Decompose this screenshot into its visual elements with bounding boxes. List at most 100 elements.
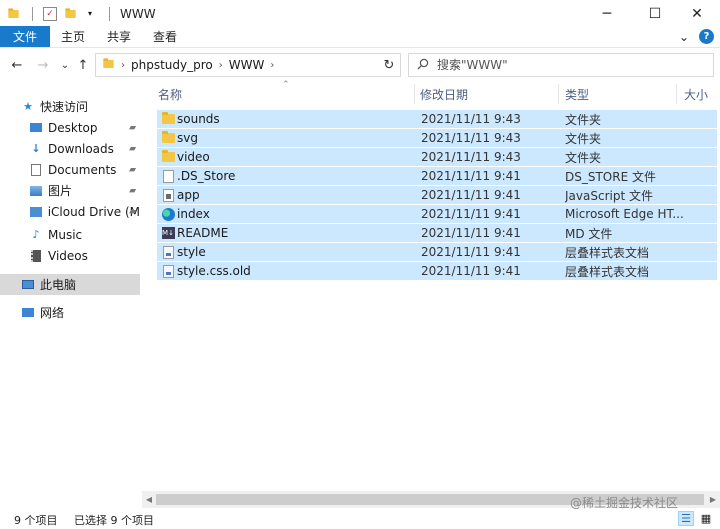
- pin-icon[interactable]: ▰: [129, 207, 136, 217]
- file-type: 文件夹: [565, 150, 602, 165]
- pin-icon[interactable]: ▰: [129, 186, 136, 196]
- column-divider[interactable]: [676, 84, 677, 104]
- sidebar-item-quick-access[interactable]: ★ 快速访问: [20, 96, 160, 117]
- search-box[interactable]: [408, 53, 714, 77]
- file-date: 2021/11/11 9:41: [421, 245, 521, 259]
- file-date: 2021/11/11 9:41: [421, 188, 521, 202]
- css-file-icon: [161, 245, 175, 259]
- customize-toolbar-icon[interactable]: ▾: [83, 7, 97, 21]
- column-header-name[interactable]: 名称: [158, 82, 414, 106]
- properties-icon[interactable]: ✓: [43, 6, 57, 21]
- folder-icon: [161, 112, 175, 126]
- scroll-right-icon[interactable]: ▶: [706, 491, 720, 508]
- breadcrumb-item[interactable]: phpstudy_pro: [131, 58, 213, 72]
- file-row[interactable]: style.css.old 2021/11/11 9:41 层叠样式表文档: [157, 262, 717, 280]
- title-bar: ✓ ▾ WWW ─ ☐ ✕: [0, 0, 720, 27]
- sidebar-item-this-pc[interactable]: 此电脑: [0, 274, 140, 295]
- breadcrumb-separator: ›: [121, 59, 125, 71]
- sidebar-item-documents[interactable]: Documents ▰: [28, 159, 140, 180]
- folder-app-icon: [6, 7, 20, 21]
- file-name: .DS_Store: [177, 169, 236, 183]
- file-date: 2021/11/11 9:43: [421, 131, 521, 145]
- sidebar-item-music[interactable]: ♪ Music: [28, 224, 140, 245]
- details-view-icon[interactable]: ☰: [678, 511, 694, 526]
- file-row[interactable]: video 2021/11/11 9:43 文件夹: [157, 148, 717, 166]
- sidebar-item-downloads[interactable]: ↓ Downloads ▰: [28, 138, 140, 159]
- file-date: 2021/11/11 9:41: [421, 207, 521, 221]
- search-input[interactable]: [437, 58, 697, 72]
- downloads-icon: ↓: [31, 142, 41, 155]
- file-row[interactable]: .DS_Store 2021/11/11 9:41 DS_STORE 文件: [157, 167, 717, 185]
- help-icon[interactable]: ?: [699, 29, 714, 44]
- file-date: 2021/11/11 9:43: [421, 150, 521, 164]
- tab-file[interactable]: 文件: [0, 26, 50, 47]
- minimize-button[interactable]: ─: [584, 0, 630, 27]
- sidebar-item-icloud[interactable]: iCloud Drive (M ▰: [28, 201, 140, 222]
- sidebar-item-videos[interactable]: Videos: [28, 245, 140, 266]
- sidebar-item-network[interactable]: 网络: [20, 302, 160, 323]
- breadcrumb-item[interactable]: WWW: [229, 58, 265, 72]
- ribbon-controls: ⌄ ?: [679, 29, 714, 44]
- pin-icon[interactable]: ▰: [129, 144, 136, 154]
- column-header-type[interactable]: 类型: [565, 82, 675, 106]
- back-button[interactable]: ←: [6, 54, 28, 76]
- column-header-date[interactable]: 修改日期: [420, 82, 558, 106]
- ribbon-tabs: 文件 主页 共享 查看 ⌄ ?: [0, 26, 720, 48]
- column-header-size[interactable]: 大小: [684, 82, 720, 106]
- pin-icon[interactable]: ▰: [129, 123, 136, 133]
- desktop-icon: [28, 123, 44, 132]
- file-row[interactable]: sounds 2021/11/11 9:43 文件夹: [157, 110, 717, 128]
- up-button[interactable]: ↑: [72, 54, 94, 76]
- large-icons-view-icon[interactable]: ▦: [698, 511, 714, 526]
- maximize-button[interactable]: ☐: [632, 0, 678, 27]
- tab-share[interactable]: 共享: [96, 26, 142, 47]
- refresh-button[interactable]: ↻: [378, 54, 400, 76]
- sidebar-item-desktop[interactable]: Desktop ▰: [28, 117, 140, 138]
- videos-icon: [28, 249, 44, 262]
- expand-ribbon-icon[interactable]: ⌄: [679, 30, 689, 44]
- sidebar-item-label: 网络: [40, 306, 65, 320]
- sidebar-item-label: iCloud Drive (M: [47, 204, 140, 219]
- file-row[interactable]: svg 2021/11/11 9:43 文件夹: [157, 129, 717, 147]
- file-name: style: [177, 245, 206, 259]
- item-count: 9 个项目: [14, 514, 58, 527]
- file-type: Microsoft Edge HT...: [565, 207, 684, 221]
- column-divider[interactable]: [558, 84, 559, 104]
- pin-icon[interactable]: ▰: [129, 165, 136, 175]
- file-row[interactable]: app 2021/11/11 9:41 JavaScript 文件: [157, 186, 717, 204]
- new-folder-icon[interactable]: [63, 7, 77, 21]
- scroll-left-icon[interactable]: ◀: [142, 491, 156, 508]
- file-row[interactable]: index 2021/11/11 9:41 Microsoft Edge HT.…: [157, 205, 717, 223]
- folder-icon: [161, 131, 175, 145]
- sidebar-item-pictures[interactable]: 图片 ▰: [28, 180, 140, 201]
- search-icon: [417, 58, 429, 73]
- address-bar[interactable]: › phpstudy_pro › WWW › ⌄: [95, 53, 461, 77]
- sidebar-item-label: Videos: [48, 248, 88, 263]
- file-explorer-window: ✓ ▾ WWW ─ ☐ ✕ 文件 主页 共享 查看 ⌄ ? ← → ⌄ ↑ › …: [0, 0, 720, 529]
- sidebar-item-label: 图片: [48, 184, 73, 198]
- breadcrumb-separator: ›: [270, 59, 275, 71]
- file-type: 文件夹: [565, 112, 602, 127]
- folder-icon: [102, 58, 115, 72]
- tab-view[interactable]: 查看: [142, 26, 188, 47]
- file-row[interactable]: M↓ README 2021/11/11 9:41 MD 文件: [157, 224, 717, 242]
- column-divider[interactable]: [414, 84, 415, 104]
- star-icon: ★: [23, 100, 33, 113]
- tab-home[interactable]: 主页: [50, 26, 96, 47]
- divider: [32, 6, 33, 21]
- js-file-icon: [161, 188, 175, 202]
- file-row[interactable]: style 2021/11/11 9:41 层叠样式表文档: [157, 243, 717, 261]
- navigation-bar: ← → ⌄ ↑ › phpstudy_pro › WWW › ⌄ ↻: [0, 50, 720, 80]
- pictures-icon: [28, 185, 44, 196]
- icloud-icon: [28, 206, 44, 217]
- file-date: 2021/11/11 9:41: [421, 169, 521, 183]
- status-bar: 9 个项目 已选择 9 个项目: [0, 509, 720, 529]
- forward-button[interactable]: →: [32, 54, 54, 76]
- sidebar-item-label: Desktop: [48, 120, 98, 135]
- file-type: 层叠样式表文档: [565, 264, 650, 279]
- close-button[interactable]: ✕: [674, 0, 720, 27]
- window-title: WWW: [120, 6, 156, 21]
- divider: [109, 6, 110, 21]
- selected-count: 已选择 9 个项目: [74, 514, 154, 527]
- computer-icon: [20, 280, 36, 289]
